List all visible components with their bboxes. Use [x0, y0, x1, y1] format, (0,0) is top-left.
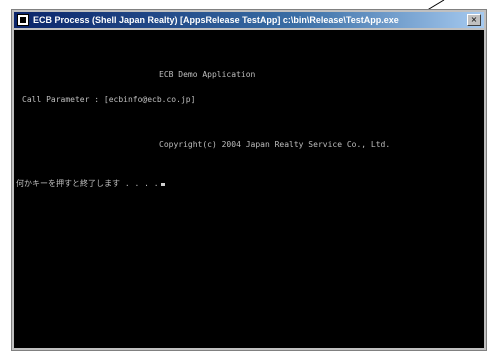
- text-cursor: [160, 183, 165, 186]
- console-line-call-parameter: Call Parameter : [ecbinfo@ecb.co.jp]: [22, 95, 196, 104]
- prompt-text: 何かキーを押すと終了します . . . .: [16, 179, 159, 188]
- title-bar[interactable]: ECB Process (Shell Japan Realty) [AppsRe…: [14, 12, 484, 28]
- console-app-icon[interactable]: [17, 14, 29, 26]
- window-title: ECB Process (Shell Japan Realty) [AppsRe…: [33, 15, 399, 25]
- close-button[interactable]: ×: [467, 14, 481, 26]
- screenshot-canvas: ECB Process (Shell Japan Realty) [AppsRe…: [0, 0, 490, 361]
- console-line-prompt: 何かキーを押すと終了します . . . .: [16, 178, 165, 189]
- console-line-copyright: Copyright(c) 2004 Japan Realty Service C…: [159, 140, 391, 149]
- close-icon: ×: [470, 15, 478, 24]
- console-window[interactable]: ECB Process (Shell Japan Realty) [AppsRe…: [11, 9, 487, 351]
- console-line-app-name: ECB Demo Application: [159, 70, 256, 79]
- console-output[interactable]: ECB Demo Application Call Parameter : [e…: [14, 30, 484, 348]
